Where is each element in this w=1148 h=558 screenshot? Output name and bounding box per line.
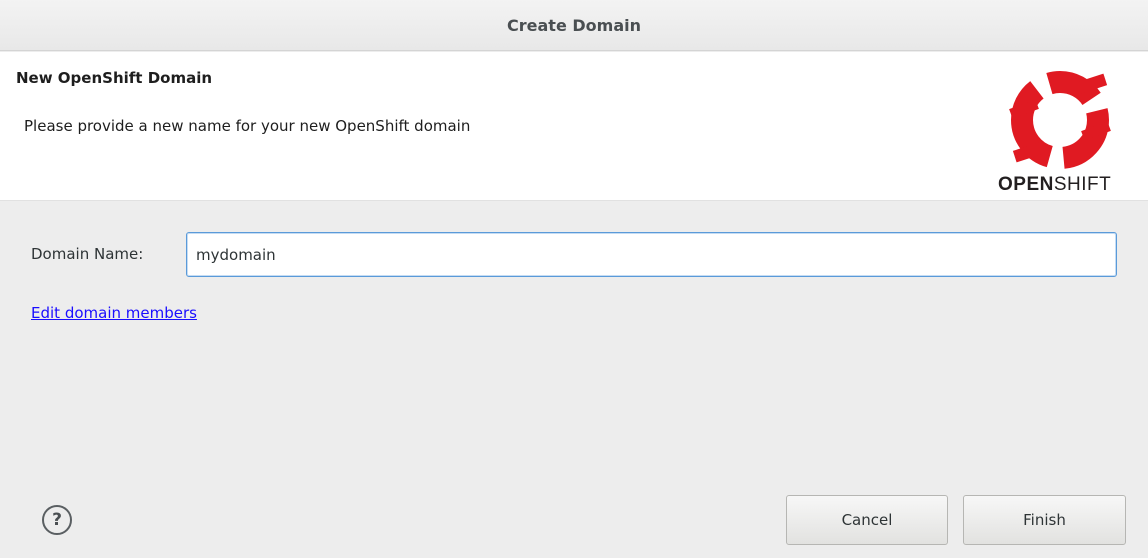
help-button[interactable]: ? — [42, 505, 72, 535]
help-icon: ? — [52, 510, 62, 530]
cancel-button[interactable]: Cancel — [786, 495, 948, 545]
domain-name-label: Domain Name: — [31, 245, 144, 263]
logo-text-bold: OPEN — [998, 174, 1054, 195]
finish-button[interactable]: Finish — [963, 495, 1126, 545]
create-domain-dialog: Create Domain New OpenShift Domain Pleas… — [0, 0, 1148, 558]
page-description: Please provide a new name for your new O… — [24, 117, 471, 135]
wizard-banner: New OpenShift Domain Please provide a ne… — [0, 52, 1148, 201]
domain-name-input[interactable] — [186, 232, 1117, 277]
logo-text-regular: SHIFT — [1053, 174, 1112, 195]
openshift-logo-text: OPENSHIFT — [998, 174, 1138, 196]
window-title: Create Domain — [507, 15, 641, 35]
openshift-logo-icon — [1009, 71, 1111, 169]
page-heading: New OpenShift Domain — [16, 69, 213, 87]
edit-domain-members-link[interactable]: Edit domain members — [31, 304, 197, 322]
title-bar[interactable]: Create Domain — [0, 0, 1148, 51]
